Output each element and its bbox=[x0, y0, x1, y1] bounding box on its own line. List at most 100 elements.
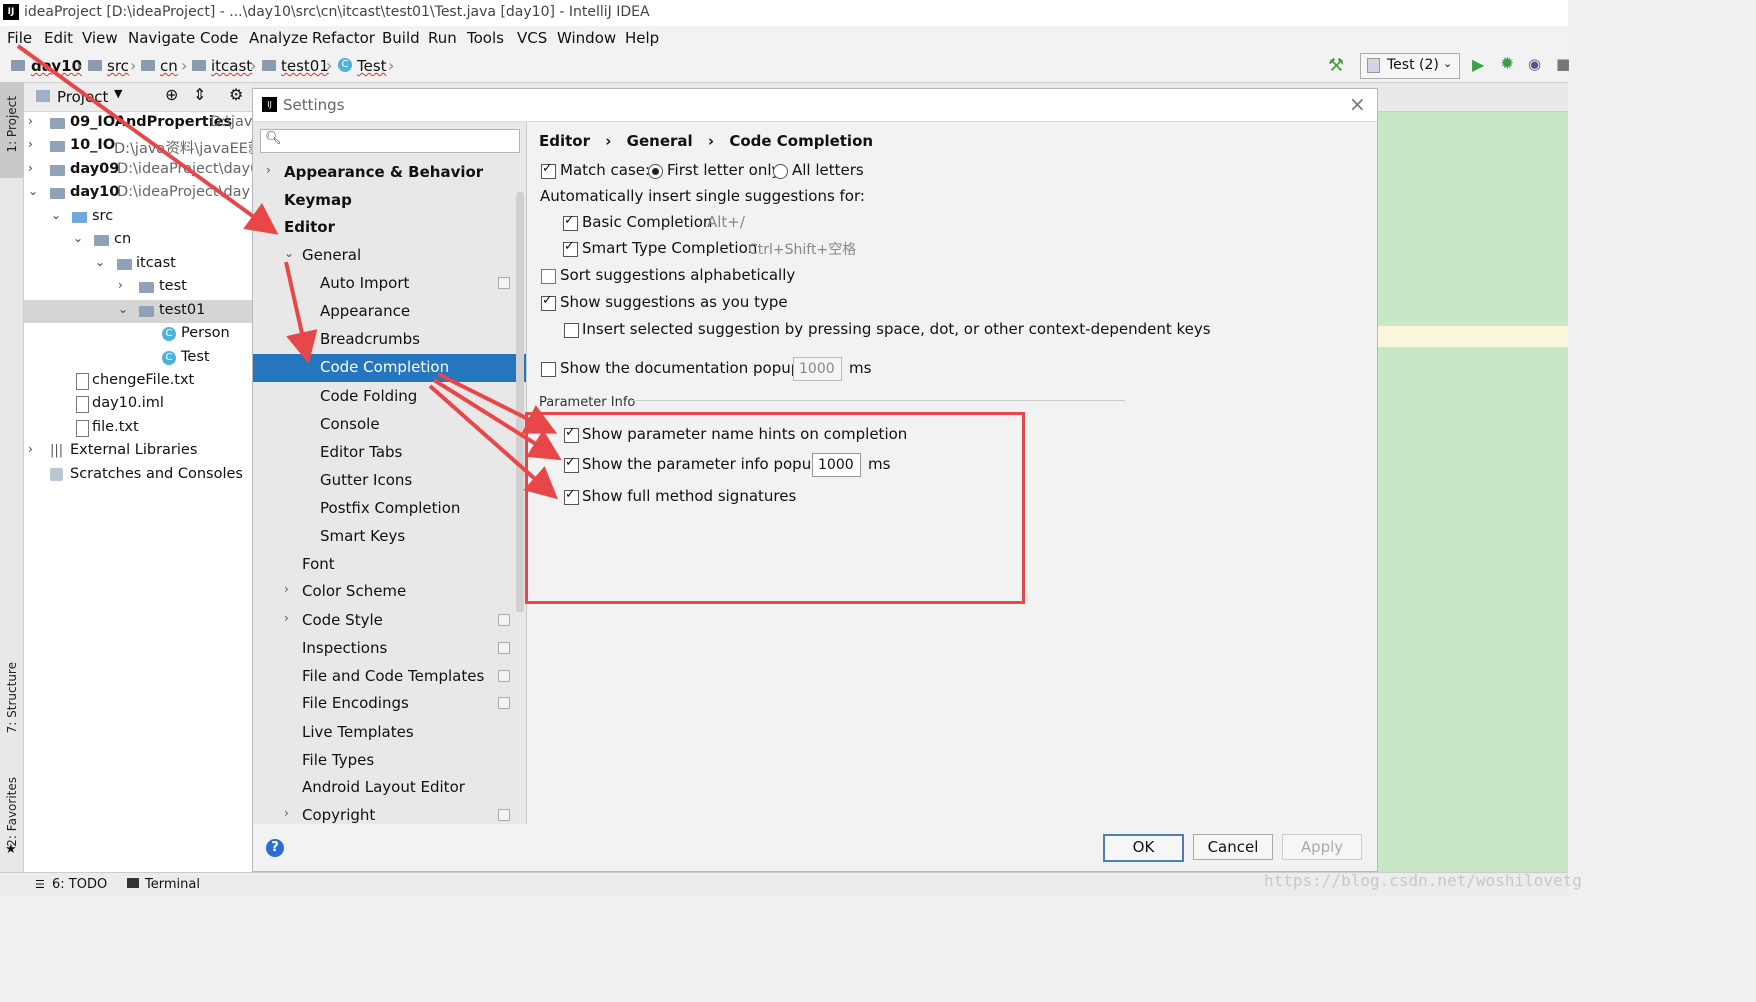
insert-selected-checkbox[interactable] bbox=[564, 323, 579, 338]
nav-code-completion[interactable]: Code Completion bbox=[253, 354, 526, 382]
project-view-label[interactable]: Project bbox=[57, 88, 108, 106]
menu-code[interactable]: Code bbox=[200, 29, 238, 47]
favorites-tool-label[interactable]: 2: Favorites bbox=[5, 777, 19, 847]
crumb-test[interactable]: Test bbox=[357, 57, 387, 75]
nav-postfix-completion[interactable]: Postfix Completion bbox=[253, 495, 526, 521]
nav-auto-import[interactable]: Auto Import bbox=[253, 270, 526, 296]
nav-file-encodings[interactable]: File Encodings bbox=[253, 690, 526, 716]
nav-appearance[interactable]: Appearance bbox=[253, 298, 526, 324]
menu-vcs[interactable]: VCS bbox=[517, 29, 547, 47]
tree-item[interactable]: › ||| External Libraries bbox=[24, 440, 252, 463]
chevron-down-icon[interactable]: ⌄ bbox=[95, 255, 105, 269]
tree-item[interactable]: C Person bbox=[24, 323, 252, 346]
nav-gutter-icons[interactable]: Gutter Icons bbox=[253, 467, 526, 493]
tree-item[interactable]: ⌄ day10 D:\ideaProject\day10 bbox=[24, 182, 269, 205]
nav-general[interactable]: ⌄ General bbox=[253, 242, 526, 268]
nav-code-folding[interactable]: Code Folding bbox=[253, 383, 526, 409]
menu-build[interactable]: Build bbox=[382, 29, 420, 47]
tree-item[interactable]: file.txt bbox=[24, 417, 252, 440]
crumb-src[interactable]: src bbox=[107, 57, 129, 75]
coverage-icon[interactable]: ◉ bbox=[1528, 55, 1541, 73]
chevron-right-icon[interactable]: › bbox=[28, 442, 33, 456]
build-hammer-icon[interactable]: ⚒ bbox=[1328, 55, 1344, 76]
tree-item[interactable]: › test bbox=[24, 276, 252, 299]
cancel-button[interactable]: Cancel bbox=[1193, 834, 1273, 860]
settings-search-input[interactable]: 🔍︎ bbox=[260, 129, 520, 153]
chevron-down-icon[interactable]: ⌄ bbox=[51, 208, 61, 222]
nav-font[interactable]: Font bbox=[253, 551, 526, 577]
menu-window[interactable]: Window bbox=[557, 29, 616, 47]
nav-appearance-behavior[interactable]: › Appearance & Behavior bbox=[253, 159, 526, 185]
nav-copyright[interactable]: › Copyright bbox=[253, 802, 526, 828]
close-icon[interactable]: × bbox=[1349, 92, 1366, 116]
chevron-down-icon[interactable]: ⌄ bbox=[28, 184, 38, 198]
tree-item[interactable]: ⌄ itcast bbox=[24, 253, 252, 276]
apply-button[interactable]: Apply bbox=[1282, 834, 1362, 860]
nav-android-layout-editor[interactable]: Android Layout Editor bbox=[253, 774, 526, 800]
chevron-down-icon[interactable]: ▼ bbox=[114, 87, 122, 100]
tree-item[interactable]: chengeFile.txt bbox=[24, 370, 252, 393]
chevron-right-icon[interactable]: › bbox=[28, 137, 33, 151]
chevron-right-icon[interactable]: › bbox=[28, 114, 33, 128]
tree-item[interactable]: › 10_IO D:\java资料\javaEE就业 bbox=[24, 135, 277, 158]
chevron-right-icon[interactable]: › bbox=[28, 161, 33, 175]
run-icon[interactable]: ▶ bbox=[1472, 55, 1484, 74]
tree-item[interactable]: day10.iml bbox=[24, 393, 252, 416]
tree-item[interactable]: Scratches and Consoles bbox=[24, 464, 252, 487]
menu-help[interactable]: Help bbox=[625, 29, 659, 47]
tree-item[interactable]: ⌄ cn bbox=[24, 229, 252, 252]
crumb-day10[interactable]: day10 bbox=[31, 57, 82, 75]
tree-item[interactable]: › day09 D:\ideaProject\day09 bbox=[24, 159, 269, 182]
menu-run[interactable]: Run bbox=[428, 29, 457, 47]
smart-completion-checkbox[interactable] bbox=[563, 239, 578, 257]
nav-code-style[interactable]: › Code Style bbox=[253, 607, 526, 633]
menu-navigate[interactable]: Navigate bbox=[128, 29, 195, 47]
tree-item[interactable]: ⌄ src bbox=[24, 206, 252, 229]
nav-file-types[interactable]: File Types bbox=[253, 747, 526, 773]
crumb-test01[interactable]: test01 bbox=[281, 57, 329, 75]
project-tool-tab[interactable]: 1: Project bbox=[0, 82, 23, 178]
nav-editor[interactable]: ⌄ Editor bbox=[253, 214, 526, 240]
menu-file[interactable]: File bbox=[7, 29, 32, 47]
crumb-cn[interactable]: cn bbox=[160, 57, 178, 75]
menu-edit[interactable]: Edit bbox=[44, 29, 73, 47]
stop-icon[interactable]: ■ bbox=[1556, 55, 1570, 73]
terminal-tab[interactable]: Terminal bbox=[145, 877, 200, 892]
ok-button[interactable]: OK bbox=[1103, 834, 1184, 862]
structure-tool-label[interactable]: 7: Structure bbox=[5, 662, 19, 733]
first-letter-radio[interactable] bbox=[648, 164, 663, 179]
debug-icon[interactable]: ✹ bbox=[1500, 54, 1514, 74]
collapse-all-icon[interactable]: ⇕ bbox=[193, 85, 206, 104]
nav-console[interactable]: Console bbox=[253, 411, 526, 437]
menu-view[interactable]: View bbox=[82, 29, 118, 47]
doc-popup-checkbox[interactable] bbox=[541, 362, 556, 377]
doc-popup-delay-input[interactable]: 1000 bbox=[793, 357, 842, 381]
chevron-down-icon[interactable]: ⌄ bbox=[73, 231, 83, 245]
nav-file-code-templates[interactable]: File and Code Templates bbox=[253, 663, 526, 689]
nav-inspections[interactable]: Inspections bbox=[253, 635, 526, 661]
tree-item[interactable]: › 09_IOAndProperties D:\java bbox=[24, 112, 261, 135]
tree-item-selected[interactable]: ⌄ test01 bbox=[24, 300, 252, 323]
show-as-type-checkbox[interactable] bbox=[541, 293, 556, 311]
all-letters-radio[interactable] bbox=[773, 164, 788, 179]
menu-refactor[interactable]: Refactor bbox=[312, 29, 375, 47]
nav-editor-tabs[interactable]: Editor Tabs bbox=[253, 439, 526, 465]
locate-icon[interactable]: ⊕ bbox=[165, 85, 178, 104]
nav-color-scheme[interactable]: › Color Scheme bbox=[253, 578, 526, 604]
chevron-down-icon[interactable]: ⌄ bbox=[118, 302, 128, 316]
help-icon[interactable]: ? bbox=[266, 839, 284, 857]
chevron-right-icon[interactable]: › bbox=[118, 278, 123, 292]
run-config-select[interactable]: Test (2) ⌄ bbox=[1360, 53, 1460, 79]
menu-tools[interactable]: Tools bbox=[467, 29, 504, 47]
tree-item[interactable]: C Test bbox=[24, 347, 252, 370]
menu-analyze[interactable]: Analyze bbox=[249, 29, 308, 47]
nav-keymap[interactable]: Keymap bbox=[253, 187, 526, 213]
nav-smart-keys[interactable]: Smart Keys bbox=[253, 523, 526, 549]
crumb-itcast[interactable]: itcast bbox=[211, 57, 252, 75]
nav-breadcrumbs[interactable]: Breadcrumbs bbox=[253, 326, 526, 352]
todo-tab[interactable]: 6: TODO bbox=[52, 877, 107, 892]
nav-scrollbar[interactable] bbox=[516, 192, 524, 612]
sort-alpha-checkbox[interactable] bbox=[541, 269, 556, 284]
basic-completion-checkbox[interactable] bbox=[563, 213, 578, 231]
nav-live-templates[interactable]: Live Templates bbox=[253, 719, 526, 745]
